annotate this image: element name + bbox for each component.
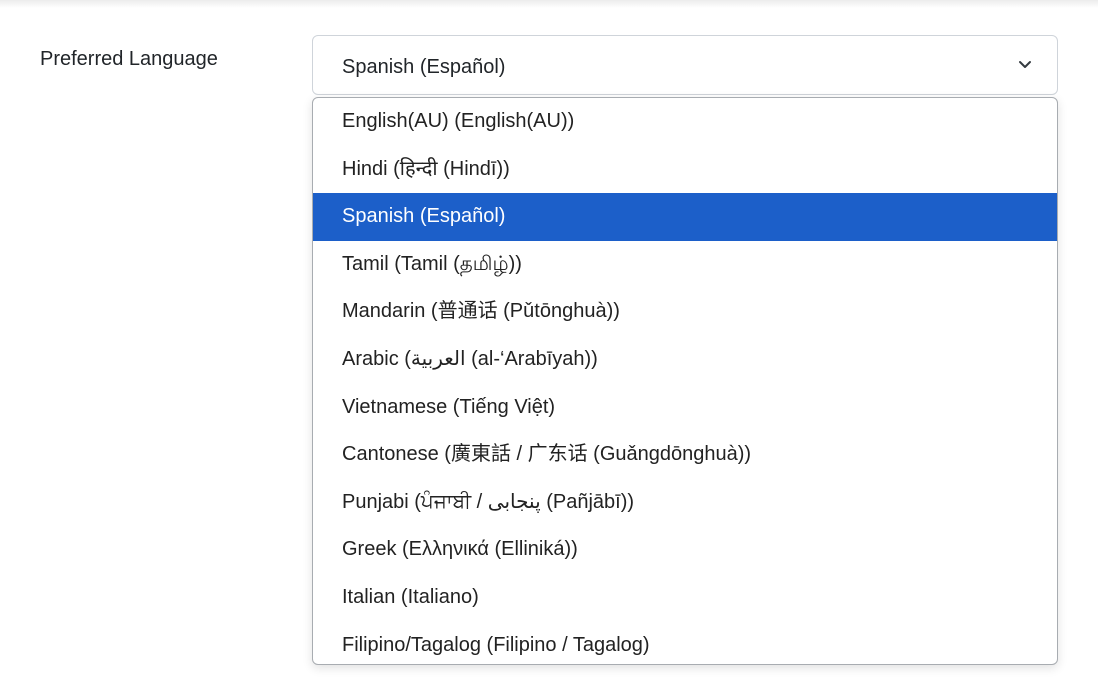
option-hindi[interactable]: Hindi (हिन्दी (Hindī)) bbox=[313, 146, 1057, 194]
option-greek[interactable]: Greek (Ελληνικά (Elliniká)) bbox=[313, 526, 1057, 574]
option-mandarin[interactable]: Mandarin (普通话 (Pǔtōnghuà)) bbox=[313, 288, 1057, 336]
preferred-language-select[interactable]: Spanish (Español) bbox=[312, 35, 1058, 95]
language-dropdown-list: English(AU) (English(AU)) Hindi (हिन्दी … bbox=[312, 97, 1058, 665]
option-filipino-tagalog[interactable]: Filipino/Tagalog (Filipino / Tagalog) bbox=[313, 622, 1057, 664]
option-arabic[interactable]: Arabic (العربية (al-‘Arabīyah)) bbox=[313, 336, 1057, 384]
option-spanish[interactable]: Spanish (Español) bbox=[313, 193, 1057, 241]
chevron-down-icon bbox=[1019, 61, 1031, 68]
option-punjabi[interactable]: Punjabi (ਪੰਜਾਬੀ / پنجابی (Pañjābī)) bbox=[313, 479, 1057, 527]
select-current-value: Spanish (Español) bbox=[342, 56, 506, 78]
option-tamil[interactable]: Tamil (Tamil (தமிழ்)) bbox=[313, 241, 1057, 289]
preferred-language-label: Preferred Language bbox=[40, 48, 218, 70]
top-shadow bbox=[0, 0, 1098, 8]
option-english-au[interactable]: English(AU) (English(AU)) bbox=[313, 98, 1057, 146]
option-vietnamese[interactable]: Vietnamese (Tiếng Việt) bbox=[313, 384, 1057, 432]
option-italian[interactable]: Italian (Italiano) bbox=[313, 574, 1057, 622]
page: Preferred Language Spanish (Español) Eng… bbox=[0, 0, 1098, 698]
option-cantonese[interactable]: Cantonese (廣東話 / 广东话 (Guǎngdōnghuà)) bbox=[313, 431, 1057, 479]
